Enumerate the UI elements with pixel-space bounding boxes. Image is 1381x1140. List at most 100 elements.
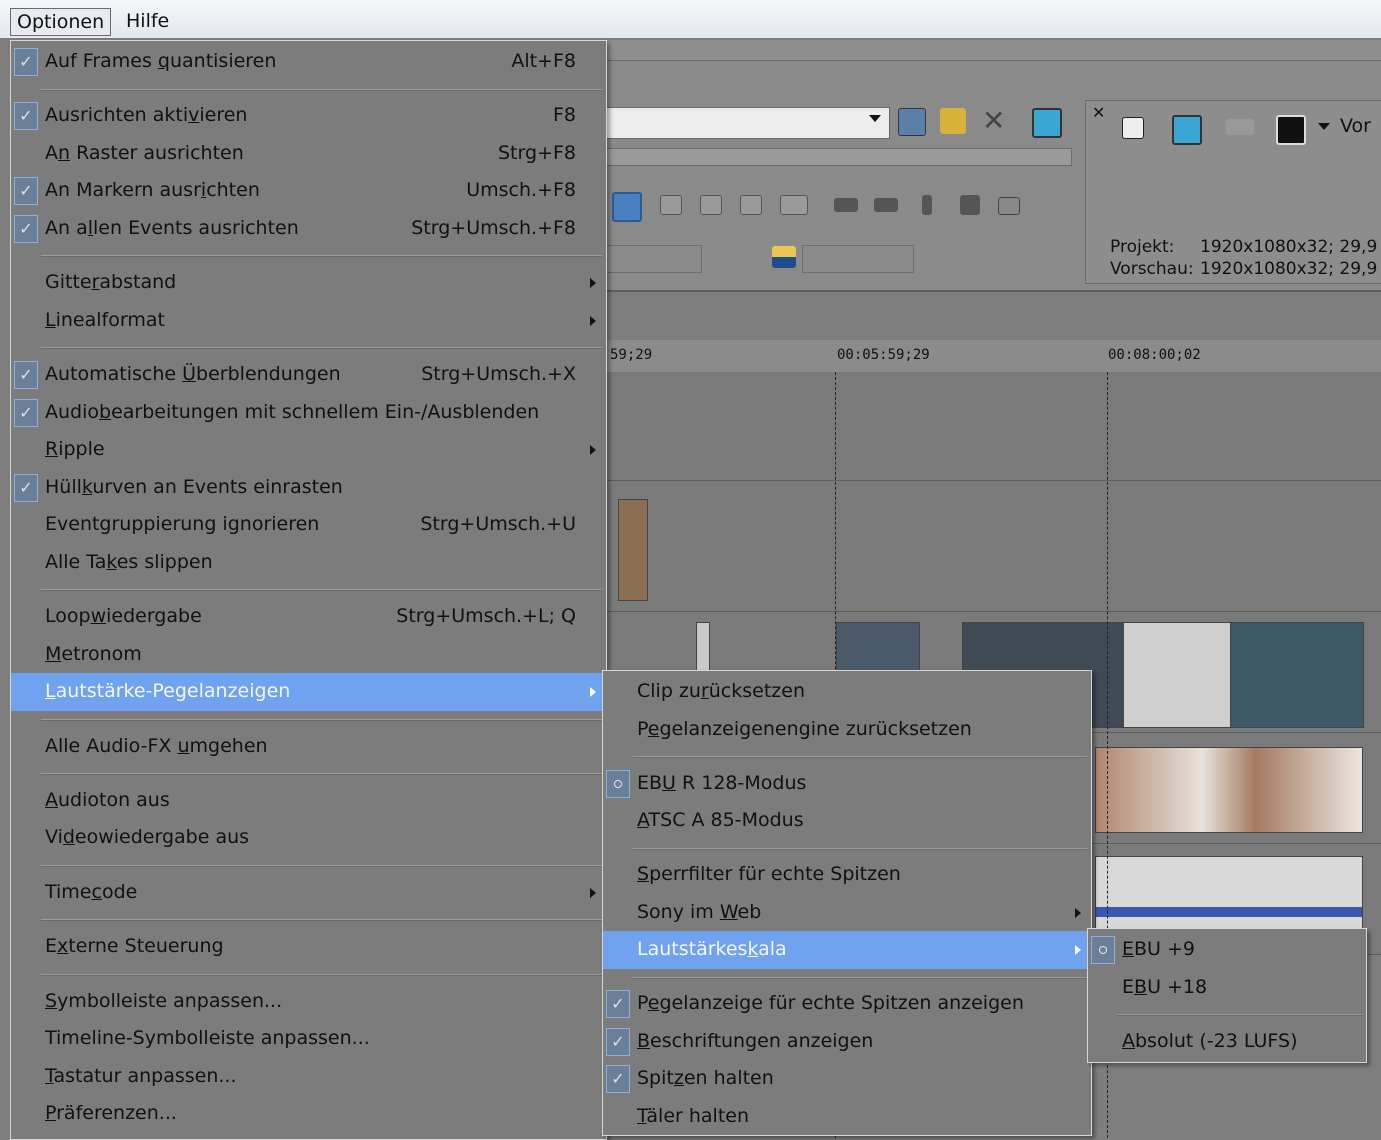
monitor-icon[interactable] <box>1172 115 1202 145</box>
meter-item-beschriftungen-anzeigen[interactable]: ✓ Beschriftungen anzeigen <box>603 1023 1091 1061</box>
tool-icon[interactable] <box>1226 119 1254 135</box>
tool-icon[interactable] <box>998 197 1020 215</box>
options-item-tastatur-anpassen[interactable]: Tastatur anpassen... <box>11 1058 606 1096</box>
options-item-label: Gitterabstand <box>45 271 176 293</box>
options-item-ripple[interactable]: Ripple <box>11 431 606 469</box>
access-key: A <box>1122 1030 1135 1052</box>
tool-icon[interactable] <box>874 198 898 212</box>
tool-icon[interactable] <box>898 108 926 136</box>
overlay-icon[interactable] <box>1276 115 1306 145</box>
label-part: earbeitungen mit schnellem Ein-/Ausblend… <box>111 400 540 423</box>
tool-icon[interactable] <box>612 192 642 222</box>
meter-item-ebu-r-128-modus[interactable]: EBU R 128-Modus <box>603 765 1091 803</box>
tool-icon[interactable] <box>780 195 808 215</box>
meter-item-sperrfilter-für-echte-spitzen[interactable]: Sperrfilter für echte Spitzen <box>603 856 1091 894</box>
options-item-präferenzen[interactable]: Präferenzen... <box>11 1095 606 1133</box>
options-item-timeline-symbolleiste-anpassen[interactable]: Timeline-Symbolleiste anpassen... <box>11 1020 606 1058</box>
meter-item-täler-halten[interactable]: Täler halten <box>603 1098 1091 1136</box>
options-item-label: Hüllkurven an Events einrasten <box>45 476 343 498</box>
menu-hilfe[interactable]: Hilfe <box>120 8 175 34</box>
options-item-eventgruppierung-ignorieren[interactable]: Eventgruppierung ignorieren Strg+Umsch.+U <box>11 506 606 544</box>
options-item-hüllkurven-an-events-einrasten[interactable]: ✓ Hüllkurven an Events einrasten <box>11 469 606 507</box>
video-clip[interactable] <box>1095 747 1363 833</box>
options-item-alle-audio-fx-umgehen[interactable]: Alle Audio-FX umgehen <box>11 728 606 766</box>
meter-item-sony-im-web[interactable]: Sony im Web <box>603 894 1091 932</box>
options-item-an-allen-events-ausrichten[interactable]: ✓ An allen Events ausrichten Strg+Umsch.+F… <box>11 210 606 248</box>
tool-icon[interactable] <box>922 195 932 215</box>
scale-item-absolut-23-lufs[interactable]: Absolut (-23 LUFS) <box>1088 1023 1366 1061</box>
tool-icon[interactable] <box>960 195 980 215</box>
scale-item-ebu-18[interactable]: EBU +18 <box>1088 969 1366 1007</box>
options-item-label: Eventgruppierung ignorieren <box>45 513 319 535</box>
options-item-an-raster-ausrichten[interactable]: An Raster ausrichten Strg+F8 <box>11 135 606 173</box>
options-item-externe-steuerung[interactable]: Externe Steuerung <box>11 928 606 966</box>
label-part: Ausrichten akti <box>45 104 189 127</box>
label-part: BU +9 <box>1134 938 1196 960</box>
meter-item-label: Täler halten <box>637 1105 749 1127</box>
options-item-ausrichten-aktivieren[interactable]: ✓ Ausrichten aktivieren F8 <box>11 97 606 135</box>
timeline-track[interactable] <box>600 481 1381 612</box>
options-item-gitterabstand[interactable]: Gitterabstand <box>11 264 606 302</box>
label-part: ipple <box>58 438 105 461</box>
timeline-track[interactable] <box>600 372 1381 481</box>
tool-icon[interactable] <box>1122 117 1144 139</box>
options-item-loopwiedergabe[interactable]: Loopwiedergabe Strg+Umsch.+L; Q <box>11 598 606 636</box>
options-item-alle-takes-slippen[interactable]: Alle Takes slippen <box>11 544 606 582</box>
meter-item-spitzen-halten[interactable]: ✓ Spitzen halten <box>603 1060 1091 1098</box>
label-part: eb <box>737 900 762 923</box>
menu-separator <box>41 255 602 258</box>
marker-icon[interactable] <box>772 246 796 268</box>
close-icon[interactable]: ✕ <box>1092 103 1105 122</box>
tool-icon[interactable] <box>660 195 682 215</box>
submenu-arrow-icon <box>590 315 596 326</box>
scale-item-ebu-9[interactable]: EBU +9 <box>1088 931 1366 969</box>
lightning-icon[interactable] <box>940 108 966 134</box>
video-clip[interactable] <box>1230 622 1364 728</box>
preset-dropdown[interactable] <box>600 107 890 139</box>
video-clip[interactable] <box>618 499 648 601</box>
options-item-an-markern-ausrichten[interactable]: ✓ An Markern ausrichten Umsch.+F8 <box>11 172 606 210</box>
submenu-arrow-icon <box>590 687 596 698</box>
meter-item-label: Pegelanzeige für echte Spitzen anzeigen <box>637 992 1024 1014</box>
label-part: EB <box>637 771 663 794</box>
options-item-linealformat[interactable]: Linealformat <box>11 302 606 340</box>
label-part: astatur anpassen... <box>53 1064 237 1087</box>
label-part: räferenzen... <box>56 1102 177 1125</box>
meter-item-pegelanzeige-für-echte-spitzen-anzeigen[interactable]: ✓ Pegelanzeige für echte Spitzen anzeigen <box>603 985 1091 1023</box>
meter-item-pegelanzeigenengine-zurücksetzen[interactable]: Pegelanzeigenengine zurücksetzen <box>603 711 1091 749</box>
label-part: P <box>637 717 648 740</box>
label-part: bsolut (-23 LUFS) <box>1135 1030 1298 1052</box>
meter-item-atsc-a-85-modus[interactable]: ATSC A 85-Modus <box>603 802 1091 840</box>
options-item-symbolleiste-anpassen[interactable]: Symbolleiste anpassen... <box>11 983 606 1021</box>
access-key: z <box>673 1067 684 1090</box>
options-item-metronom[interactable]: Metronom <box>11 636 606 674</box>
access-key: r <box>700 680 709 702</box>
options-item-auf-frames-quantisieren[interactable]: ✓ Auf Frames quantisieren Alt+F8 <box>11 43 606 81</box>
ruler-label: 00:08:00;02 <box>1108 347 1201 363</box>
access-key: k <box>81 475 93 498</box>
timeline-ruler[interactable]: 59;29 00:05:59;29 00:08:00;02 <box>600 340 1381 373</box>
label-part: Raster ausrichten <box>70 141 244 164</box>
options-item-videowiedergabe-aus[interactable]: Videowiedergabe aus <box>11 819 606 857</box>
menu-separator <box>41 347 602 350</box>
access-key: k <box>106 550 117 573</box>
tool-icon[interactable] <box>700 195 722 215</box>
meter-item-clip-zurücksetzen[interactable]: Clip zurücksetzen <box>603 673 1091 711</box>
options-item-automatische-überblendungen[interactable]: ✓ Automatische Überblendungen Strg+Umsch.+… <box>11 356 606 394</box>
tool-icon[interactable] <box>740 195 762 215</box>
label-part: E <box>1122 975 1135 998</box>
options-item-audiobearbeitungen-mit-schnellem-ein-ausblenden[interactable]: ✓ Audiobearbeitungen mit schnellem Ein-/A… <box>11 394 606 432</box>
meter-item-lautstärkeskala[interactable]: Lautstärkeskala <box>603 931 1091 969</box>
options-item-timecode[interactable]: Timecode <box>11 874 606 912</box>
tool-icon[interactable] <box>834 198 858 212</box>
options-item-audioton-aus[interactable]: Audioton aus <box>11 782 606 820</box>
label-part: ymbolleiste anpassen... <box>57 989 283 1012</box>
ruler-label: 59;29 <box>610 347 653 363</box>
label-part: inealformat <box>55 308 165 331</box>
dropdown-arrow-icon[interactable] <box>1318 123 1330 130</box>
close-icon[interactable]: ✕ <box>982 104 1005 137</box>
monitor-icon[interactable] <box>1032 108 1062 138</box>
options-item-label: Externe Steuerung <box>45 935 224 957</box>
options-item-lautstärke-pegelanzeigen[interactable]: Lautstärke-Pegelanzeigen <box>11 673 606 711</box>
menu-optionen[interactable]: Optionen <box>10 8 112 36</box>
